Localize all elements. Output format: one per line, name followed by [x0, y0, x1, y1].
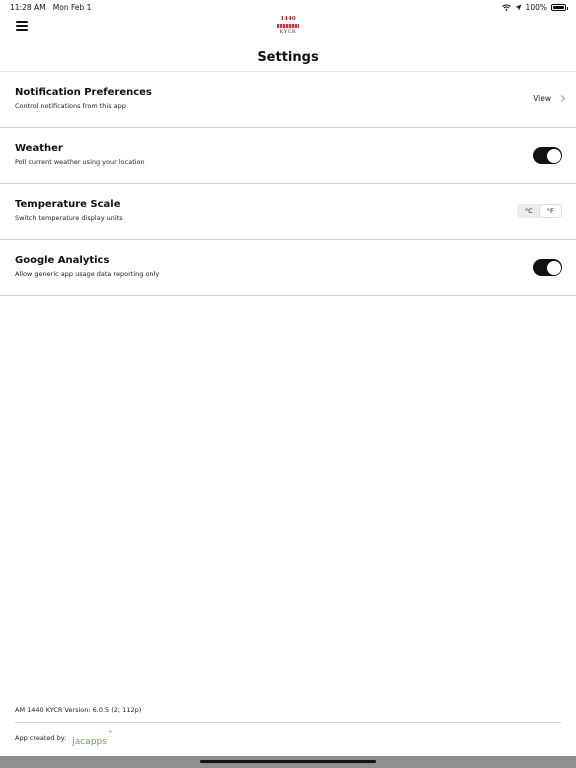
- setting-title: Google Analytics: [15, 255, 110, 266]
- temperature-unit-selector: °C °F: [517, 204, 562, 218]
- wifi-icon: [501, 4, 511, 11]
- chevron-right-icon: [557, 94, 566, 103]
- status-indicators: 100%: [501, 3, 568, 12]
- location-arrow-icon: [515, 4, 522, 11]
- logo-frequency: 1440: [280, 16, 296, 22]
- status-time-date: 11:28 AM Mon Feb 1: [10, 3, 91, 12]
- battery-percent: 100%: [525, 3, 547, 12]
- jacapps-logo[interactable]: jacapps +: [72, 729, 112, 747]
- setting-subtitle: Poll current weather using your location: [15, 158, 145, 166]
- setting-title: Temperature Scale: [15, 199, 121, 210]
- view-notifications-link[interactable]: View: [533, 94, 566, 103]
- footer-divider: [15, 722, 561, 723]
- setting-weather: Weather Poll current weather using your …: [0, 128, 576, 184]
- created-by-label: App created by:: [15, 734, 67, 742]
- setting-subtitle: Control notifications from this app: [15, 102, 126, 110]
- station-logo: 1440 KYCR: [275, 16, 301, 36]
- toggle-knob: [546, 260, 561, 275]
- logo-callsign: KYCR: [279, 29, 297, 35]
- setting-subtitle: Allow generic app usage data reporting o…: [15, 270, 160, 278]
- setting-google-analytics: Google Analytics Allow generic app usage…: [0, 240, 576, 296]
- setting-notification-preferences[interactable]: Notification Preferences Control notific…: [0, 72, 576, 128]
- bottom-bar: [0, 756, 576, 768]
- setting-subtitle: Switch temperature display units: [15, 214, 123, 222]
- status-time: 11:28 AM: [10, 3, 46, 12]
- analytics-toggle[interactable]: [533, 259, 562, 276]
- setting-title: Weather: [15, 143, 63, 154]
- fahrenheit-option[interactable]: °F: [539, 205, 561, 217]
- jacapps-mark: +: [108, 729, 113, 735]
- status-date: Mon Feb 1: [52, 3, 92, 12]
- app-version: AM 1440 KYCR Version: 6.0.5 (2; 112p): [15, 706, 142, 714]
- hamburger-menu-icon[interactable]: [16, 21, 28, 31]
- status-bar: 11:28 AM Mon Feb 1 100%: [0, 0, 576, 14]
- nav-bar: 1440 KYCR: [0, 14, 576, 38]
- setting-temperature-scale: Temperature Scale Switch temperature dis…: [0, 184, 576, 240]
- celsius-option[interactable]: °C: [518, 205, 540, 217]
- setting-title: Notification Preferences: [15, 87, 152, 98]
- view-label: View: [533, 94, 551, 103]
- page-title: Settings: [257, 50, 319, 65]
- app-credit: App created by: jacapps +: [15, 729, 112, 747]
- weather-toggle[interactable]: [533, 147, 562, 164]
- toggle-knob: [546, 148, 561, 163]
- jacapps-wordmark: jacapps: [72, 737, 107, 747]
- home-indicator[interactable]: [200, 760, 376, 763]
- battery-icon: [551, 4, 568, 11]
- logo-stripe: [277, 24, 299, 28]
